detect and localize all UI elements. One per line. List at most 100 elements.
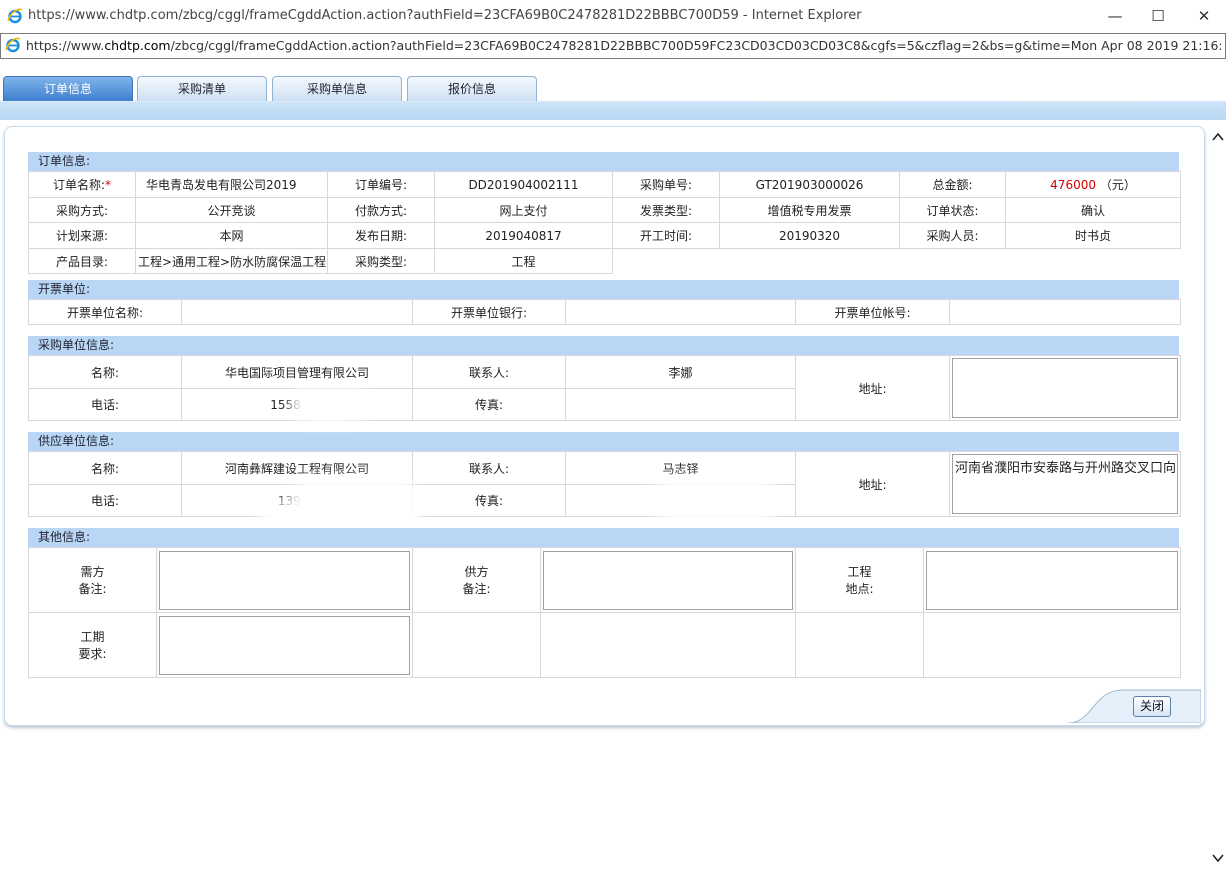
method-value: 公开竞谈 xyxy=(135,197,328,223)
supply-note-input[interactable] xyxy=(543,550,793,610)
purchaser-fax-label: 传真: xyxy=(412,388,566,421)
window-title-bar: https://www.chdtp.com/zbcg/cggl/frameCgd… xyxy=(0,0,1226,33)
section-supplier: 供应单位信息: xyxy=(28,432,1179,451)
required-mark: * xyxy=(105,178,112,192)
start-label: 开工时间: xyxy=(612,222,720,249)
order-no-label: 订单编号: xyxy=(327,171,435,198)
address-bar[interactable]: https://www.chdtp.com/zbcg/cggl/frameCgd… xyxy=(0,33,1226,59)
tab-purchase-list[interactable]: 采购清单 xyxy=(137,76,267,101)
invoice-unit-account-value xyxy=(949,299,1181,325)
supplier-contact-label: 联系人: xyxy=(412,451,566,485)
tab-purchase-order-info[interactable]: 采购单信息 xyxy=(272,76,402,101)
purchase-type-label: 采购类型: xyxy=(327,248,435,274)
supplier-contact-value: 马志铎 xyxy=(565,451,796,485)
supply-note-label: 供方备注: xyxy=(412,547,541,613)
internet-explorer-icon xyxy=(5,37,21,53)
status-label: 订单状态: xyxy=(899,197,1006,223)
purchase-no-value: GT201903000026 xyxy=(719,171,900,198)
close-button[interactable]: 关闭 xyxy=(1133,696,1171,717)
invoice-type-value: 增值税专用发票 xyxy=(719,197,900,223)
empty-cell xyxy=(923,612,1181,678)
pay-label: 付款方式: xyxy=(327,197,435,223)
catalog-value: 工程>通用工程>防水防腐保温工程 xyxy=(135,248,328,274)
maximize-button[interactable]: ☐ xyxy=(1143,5,1173,27)
internet-explorer-icon xyxy=(7,8,23,24)
purchaser-table: 名称: 华电国际项目管理有限公司 联系人: 李娜 地址: 电话: 1558982… xyxy=(28,355,1181,421)
order-name-label: 订单名称:* xyxy=(28,171,136,198)
total-unit: （元） xyxy=(1099,178,1136,192)
url-domain: chdtp.com xyxy=(104,38,171,53)
section-other-info: 其他信息: xyxy=(28,528,1179,547)
supply-note-label-1: 供方 xyxy=(464,565,489,579)
period-label-1: 工期 xyxy=(80,630,105,644)
close-window-button[interactable]: ✕ xyxy=(1189,5,1219,27)
invoice-unit-bank-value xyxy=(565,299,796,325)
supplier-address-cell: 河南省濮阳市安泰路与开州路交叉口向 xyxy=(949,451,1181,517)
source-value: 本网 xyxy=(135,222,328,249)
vertical-scrollbar[interactable] xyxy=(1209,122,1226,877)
tab-order-info[interactable]: 订单信息 xyxy=(3,76,133,101)
invoice-unit-account-label: 开票单位帐号: xyxy=(795,299,950,325)
period-cell xyxy=(156,612,413,678)
status-value: 确认 xyxy=(1005,197,1181,223)
redaction-mark xyxy=(300,398,360,412)
redaction-mark xyxy=(660,488,770,512)
period-label-2: 要求: xyxy=(78,647,107,661)
supply-note-label-2: 备注: xyxy=(462,582,491,596)
purchaser-contact-label: 联系人: xyxy=(412,355,566,389)
site-label-2: 地点: xyxy=(845,582,874,596)
purchaser-name-value: 华电国际项目管理有限公司 xyxy=(181,355,413,389)
source-label: 计划来源: xyxy=(28,222,136,249)
purchase-type-value: 工程 xyxy=(434,248,613,274)
pay-value: 网上支付 xyxy=(434,197,613,223)
demand-note-label: 需方 备注: xyxy=(28,547,157,613)
scroll-down-icon[interactable] xyxy=(1211,851,1225,865)
supplier-name-label: 名称: xyxy=(28,451,182,485)
supplier-table: 名称: 河南彝辉建设工程有限公司 联系人: 马志铎 地址: 河南省濮阳市安泰路与… xyxy=(28,451,1181,517)
invoice-unit-name-label: 开票单位名称: xyxy=(28,299,182,325)
redaction-mark xyxy=(300,488,410,510)
total-amount: 476000 （元） xyxy=(1005,171,1181,198)
url-prefix: https://www. xyxy=(26,38,105,53)
tab-bar: 订单信息 采购清单 采购单信息 报价信息 xyxy=(0,62,1226,120)
purchaser-phone-label: 电话: xyxy=(28,388,182,421)
other-info-table: 需方 备注: 供方备注: 工程地点: 工期要求: xyxy=(28,547,1181,678)
tab-quote-info[interactable]: 报价信息 xyxy=(407,76,537,101)
purchaser-name-label: 名称: xyxy=(28,355,182,389)
start-value: 20190320 xyxy=(719,222,900,249)
address-url[interactable]: https://www.chdtp.com/zbcg/cggl/frameCgd… xyxy=(26,38,1221,53)
period-label: 工期要求: xyxy=(28,612,157,678)
buyer-label: 采购人员: xyxy=(899,222,1006,249)
supplier-address-label: 地址: xyxy=(795,451,950,517)
demand-note-label-2: 备注: xyxy=(78,582,107,596)
supplier-address-input[interactable]: 河南省濮阳市安泰路与开州路交叉口向 xyxy=(952,454,1178,514)
demand-note-input[interactable] xyxy=(159,550,410,610)
invoice-unit-name-value xyxy=(181,299,413,325)
section-order-info: 订单信息: xyxy=(28,152,1179,171)
empty-cell xyxy=(795,612,924,678)
supplier-fax-label: 传真: xyxy=(412,484,566,517)
site-cell xyxy=(923,547,1181,613)
site-label: 工程地点: xyxy=(795,547,924,613)
minimize-button[interactable]: — xyxy=(1100,5,1130,27)
purchaser-address-input[interactable] xyxy=(952,358,1178,418)
purchaser-contact-value: 李娜 xyxy=(565,355,796,389)
site-label-1: 工程 xyxy=(847,565,872,579)
empty-cell xyxy=(412,612,541,678)
window-title: https://www.chdtp.com/zbcg/cggl/frameCgd… xyxy=(28,8,862,23)
buyer-value: 时书贞 xyxy=(1005,222,1181,249)
site-input[interactable] xyxy=(926,550,1178,610)
scroll-up-icon[interactable] xyxy=(1211,130,1225,144)
order-name-value: 华电青岛发电有限公司2019 xyxy=(135,171,328,198)
purchaser-address-label: 地址: xyxy=(795,355,950,421)
purchaser-address-cell xyxy=(949,355,1181,421)
invoice-unit-table: 开票单位名称: 开票单位银行: 开票单位帐号: xyxy=(28,299,1181,325)
supplier-phone-label: 电话: xyxy=(28,484,182,517)
url-path: /zbcg/cggl/frameCgddAction.action?authFi… xyxy=(170,38,1221,53)
total-value: 476000 xyxy=(1050,178,1096,192)
order-no-value: DD201904002111 xyxy=(434,171,613,198)
period-input[interactable] xyxy=(159,615,410,675)
empty-cell xyxy=(540,612,796,678)
catalog-label: 产品目录: xyxy=(28,248,136,274)
invoice-type-label: 发票类型: xyxy=(612,197,720,223)
